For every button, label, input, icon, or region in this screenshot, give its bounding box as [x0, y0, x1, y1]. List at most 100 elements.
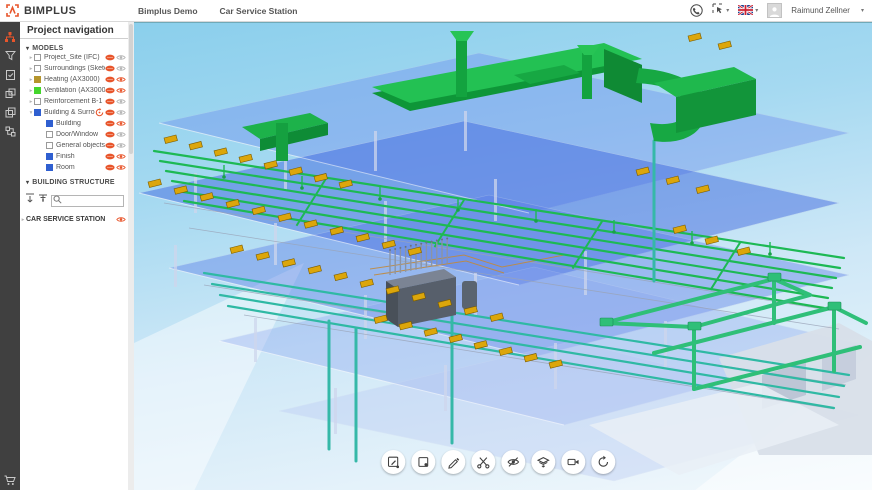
model-checkbox[interactable]	[46, 153, 53, 160]
visibility-eye-icon[interactable]	[116, 120, 126, 127]
visibility-eye-icon[interactable]	[116, 54, 126, 61]
visibility-eye-icon[interactable]	[116, 142, 126, 149]
model-tree-item[interactable]: Finish	[20, 151, 128, 162]
panel-scrollbar[interactable]	[128, 22, 134, 490]
3d-model-scene[interactable]	[134, 23, 872, 490]
section-plane-button[interactable]	[531, 450, 555, 474]
top-bar: BIMPLUS Bimplus Demo Car Service Station…	[0, 0, 872, 22]
model-tree-item[interactable]: ▸Reinforcement B-1	[20, 96, 128, 107]
select-toggle-icon[interactable]	[105, 142, 115, 149]
rail-project-navigation-button[interactable]	[0, 27, 20, 46]
project-navigation-panel: Project navigation ▾ MODELS ▸Project_Sit…	[20, 22, 128, 490]
models-tree: ▸Project_Site (IFC)▸Surroundings (Sketch…	[20, 52, 128, 173]
select-toggle-icon[interactable]	[105, 153, 115, 160]
model-tree-item[interactable]: Door/Window	[20, 129, 128, 140]
selection-cursor-icon[interactable]: ▾	[712, 2, 729, 20]
snapshot-button[interactable]	[411, 450, 435, 474]
model-viewport[interactable]	[134, 22, 872, 490]
panel-title: Project navigation	[20, 22, 128, 39]
select-toggle-icon[interactable]	[105, 120, 115, 127]
model-tree-item[interactable]: General objects	[20, 140, 128, 151]
reset-view-button[interactable]	[591, 450, 615, 474]
visibility-eye-icon[interactable]	[116, 87, 126, 94]
hide-objects-button[interactable]	[501, 450, 525, 474]
select-toggle-icon[interactable]	[105, 131, 115, 138]
caret-down-icon: ▾	[755, 7, 758, 14]
visibility-eye-icon[interactable]	[116, 65, 126, 72]
model-checkbox[interactable]	[46, 164, 53, 171]
model-checkbox[interactable]	[34, 87, 41, 94]
building-structure-header[interactable]: ▾ BUILDING STRUCTURE	[20, 179, 128, 186]
rail-shop-cart-button[interactable]	[0, 471, 20, 490]
model-label: Building & Surround...	[44, 109, 95, 116]
phone-icon[interactable]	[690, 4, 703, 17]
model-tree-item[interactable]: ▸Surroundings (Sketchup)	[20, 63, 128, 74]
model-tree-item[interactable]: Building	[20, 118, 128, 129]
create-task-button[interactable]	[381, 450, 405, 474]
collapse-levels-icon[interactable]	[25, 193, 35, 203]
model-tree-item[interactable]: Room	[20, 162, 128, 173]
model-tree-item[interactable]: ▾Building & Surround...	[20, 107, 128, 118]
bimplus-app: BIMPLUS Bimplus Demo Car Service Station…	[0, 0, 872, 490]
tab-bimplus-demo[interactable]: Bimplus Demo	[138, 6, 198, 16]
visibility-eye-icon[interactable]	[116, 109, 126, 116]
select-toggle-icon[interactable]	[105, 164, 115, 171]
model-tree-item[interactable]: ▸Ventilation (AX3000)	[20, 85, 128, 96]
chevron-down-icon: ▾	[26, 179, 29, 186]
model-checkbox[interactable]	[34, 109, 41, 116]
measure-button[interactable]	[441, 450, 465, 474]
uk-flag-icon	[738, 2, 753, 20]
sync-icon[interactable]	[95, 108, 104, 117]
sidebar-icon-rail	[0, 22, 20, 490]
model-label: Door/Window	[56, 131, 105, 138]
rail-duplicate-button[interactable]	[0, 103, 20, 122]
language-selector[interactable]: ▾	[738, 2, 758, 20]
model-label: Ventilation (AX3000)	[44, 87, 105, 94]
viewport-toolbar	[381, 450, 615, 474]
car-service-station-node[interactable]: ▸ CAR SERVICE STATION	[20, 214, 128, 225]
filter-lines-icon[interactable]	[38, 193, 48, 203]
model-checkbox[interactable]	[34, 54, 41, 61]
model-checkbox[interactable]	[34, 65, 41, 72]
model-label: Room	[56, 164, 105, 171]
model-label: Project_Site (IFC)	[44, 54, 105, 61]
model-checkbox[interactable]	[46, 142, 53, 149]
chevron-down-icon: ▾	[26, 45, 29, 52]
rail-structure-button[interactable]	[0, 122, 20, 141]
rail-share-button[interactable]	[0, 84, 20, 103]
rail-filter-button[interactable]	[0, 46, 20, 65]
select-toggle-icon[interactable]	[105, 65, 115, 72]
clipping-button[interactable]	[471, 450, 495, 474]
project-tabs: Bimplus Demo Car Service Station	[138, 6, 297, 16]
visibility-eye-icon[interactable]	[116, 76, 126, 83]
tab-car-service-station[interactable]: Car Service Station	[220, 6, 298, 16]
model-tree-item[interactable]: ▸Heating (AX3000)	[20, 74, 128, 85]
model-checkbox[interactable]	[46, 131, 53, 138]
model-checkbox[interactable]	[34, 98, 41, 105]
user-avatar[interactable]	[767, 3, 782, 18]
caret-down-icon: ▾	[861, 7, 864, 14]
visibility-eye-icon[interactable]	[116, 98, 126, 105]
visibility-eye-icon[interactable]	[116, 216, 126, 223]
visibility-eye-icon[interactable]	[116, 153, 126, 160]
model-checkbox[interactable]	[46, 120, 53, 127]
model-checkbox[interactable]	[34, 76, 41, 83]
bimplus-logo[interactable]: BIMPLUS	[0, 4, 130, 17]
model-label: Finish	[56, 153, 105, 160]
select-toggle-icon[interactable]	[105, 76, 115, 83]
select-toggle-icon[interactable]	[105, 54, 115, 61]
visibility-eye-icon[interactable]	[116, 131, 126, 138]
select-toggle-icon[interactable]	[105, 98, 115, 105]
models-section-header[interactable]: ▾ MODELS	[20, 45, 128, 52]
visibility-eye-icon[interactable]	[116, 164, 126, 171]
select-toggle-icon[interactable]	[105, 87, 115, 94]
user-name[interactable]: Raimund Zellner	[791, 6, 850, 15]
model-tree-item[interactable]: ▸Project_Site (IFC)	[20, 52, 128, 63]
camera-views-button[interactable]	[561, 450, 585, 474]
model-label: Heating (AX3000)	[44, 76, 105, 83]
bimplus-logo-icon	[6, 4, 19, 17]
scrollbar-thumb[interactable]	[129, 24, 133, 154]
model-label: Surroundings (Sketchup)	[44, 65, 105, 72]
rail-tasks-button[interactable]	[0, 65, 20, 84]
select-toggle-icon[interactable]	[105, 109, 115, 116]
